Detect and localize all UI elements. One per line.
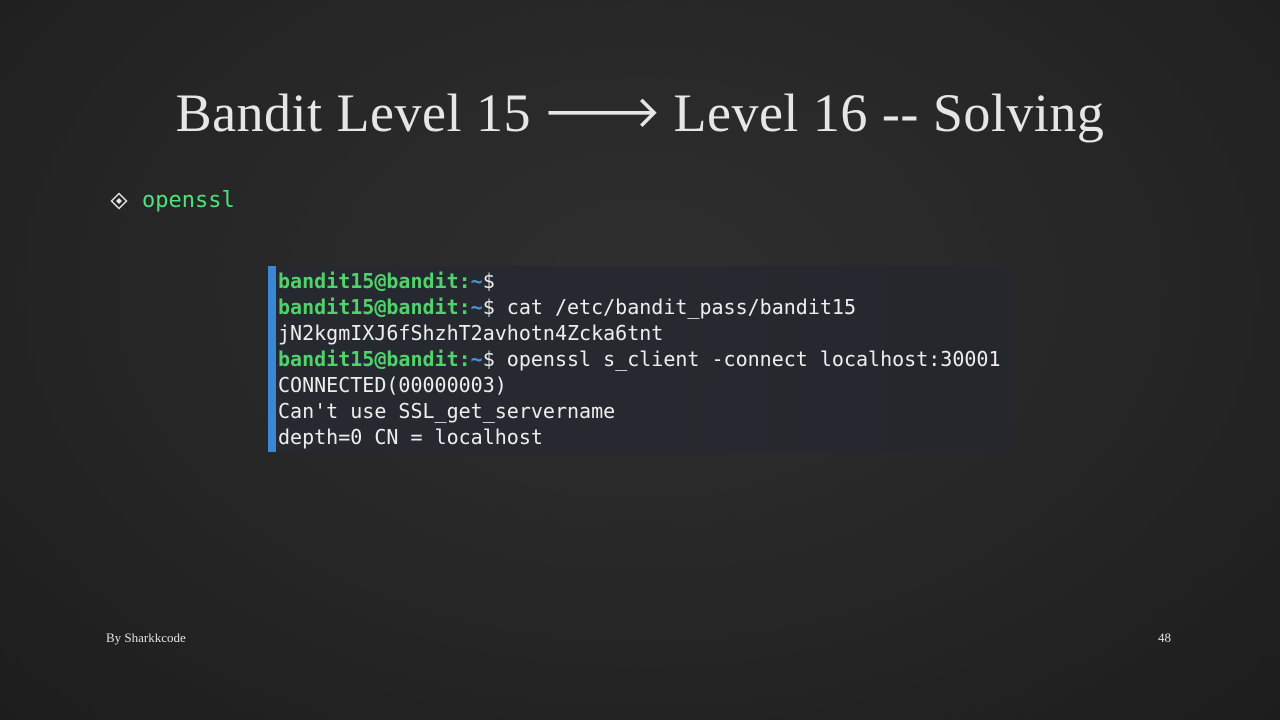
title-right: Level 16 -- Solving — [673, 83, 1105, 143]
footer-author: By Sharkkcode — [106, 630, 186, 645]
terminal-output-line: depth=0 CN = localhost — [278, 424, 1010, 450]
prompt-path: ~ — [470, 269, 483, 293]
prompt-colon: : — [458, 295, 471, 319]
prompt-user-host: bandit15@bandit — [278, 295, 459, 319]
terminal-prompt-line: bandit15@bandit:~$ openssl s_client -con… — [278, 346, 1010, 372]
slide: Bandit Level 15 🡒 Level 16 -- Solving open… — [0, 0, 1280, 720]
prompt-user-host: bandit15@bandit — [278, 347, 459, 371]
prompt-path: ~ — [470, 347, 483, 371]
terminal-output-line: Can't use SSL_get_servername — [278, 398, 1010, 424]
prompt-user-host: bandit15@bandit — [278, 269, 459, 293]
terminal-output-line: jN2kgmIXJ6fShzhT2avhotn4Zcka6tnt — [278, 320, 1010, 346]
terminal-command: openssl s_client -connect localhost:3000… — [494, 347, 1001, 371]
terminal-output-text: jN2kgmIXJ6fShzhT2avhotn4Zcka6tnt — [278, 321, 664, 345]
prompt-colon: : — [458, 269, 471, 293]
terminal-prompt-line: bandit15@bandit:~$ cat /etc/bandit_pass/… — [278, 294, 1010, 320]
page-number: 48 — [1158, 630, 1171, 645]
terminal-command: cat /etc/bandit_pass/bandit15 — [494, 295, 856, 319]
prompt-dollar: $ — [482, 295, 495, 319]
terminal-output-line: CONNECTED(00000003) — [278, 372, 1010, 398]
diamond-bullet-icon — [110, 191, 128, 210]
terminal-screenshot: bandit15@bandit:~$ bandit15@bandit:~$ cat… — [268, 266, 1010, 452]
slide-title: Bandit Level 15 🡒 Level 16 -- Solving — [0, 82, 1280, 144]
prompt-dollar: $ — [482, 347, 495, 371]
terminal-output-text: depth=0 CN = localhost — [278, 425, 543, 449]
prompt-path: ~ — [470, 295, 483, 319]
bullet-item: openssl — [110, 188, 235, 213]
prompt-dollar: $ — [482, 269, 495, 293]
title-left: Bandit Level 15 — [175, 83, 531, 143]
terminal-output-text: CONNECTED(00000003) — [278, 373, 507, 397]
prompt-colon: : — [458, 347, 471, 371]
terminal-prompt-line: bandit15@bandit:~$ — [278, 268, 1010, 294]
right-arrow-icon: 🡒 — [542, 87, 662, 138]
terminal-output-text: Can't use SSL_get_servername — [278, 399, 616, 423]
bullet-text: openssl — [142, 188, 235, 213]
